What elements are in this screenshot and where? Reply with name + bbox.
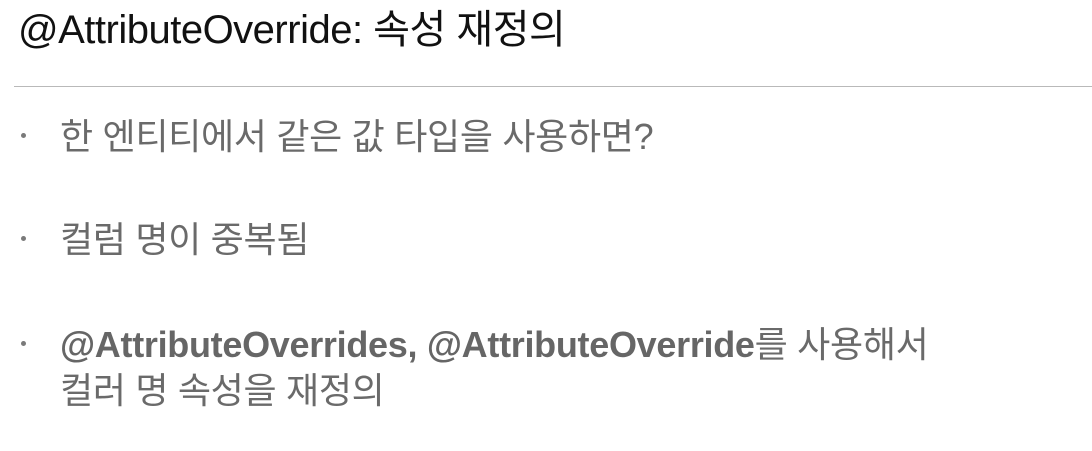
bullet-dot-icon (21, 133, 26, 138)
bullet-text-suffix: 를 사용해서 (754, 324, 929, 365)
title-divider (14, 86, 1092, 87)
bullet-dot-icon (21, 341, 26, 346)
bullet-text: 컬럼 명이 중복됨 (60, 219, 310, 260)
bullet-text: 한 엔티티에서 같은 값 타입을 사용하면? (60, 116, 654, 157)
slide-title: @AttributeOverride: 속성 재정의 (18, 8, 566, 52)
bullet-dot-icon (21, 236, 26, 241)
bullet-text-line2: 컬러 명 속성을 재정의 (60, 370, 385, 411)
bullet-text: @AttributeOverrides, @AttributeOverride를… (60, 322, 1080, 414)
annotation-names: @AttributeOverrides, @AttributeOverride (60, 324, 755, 365)
